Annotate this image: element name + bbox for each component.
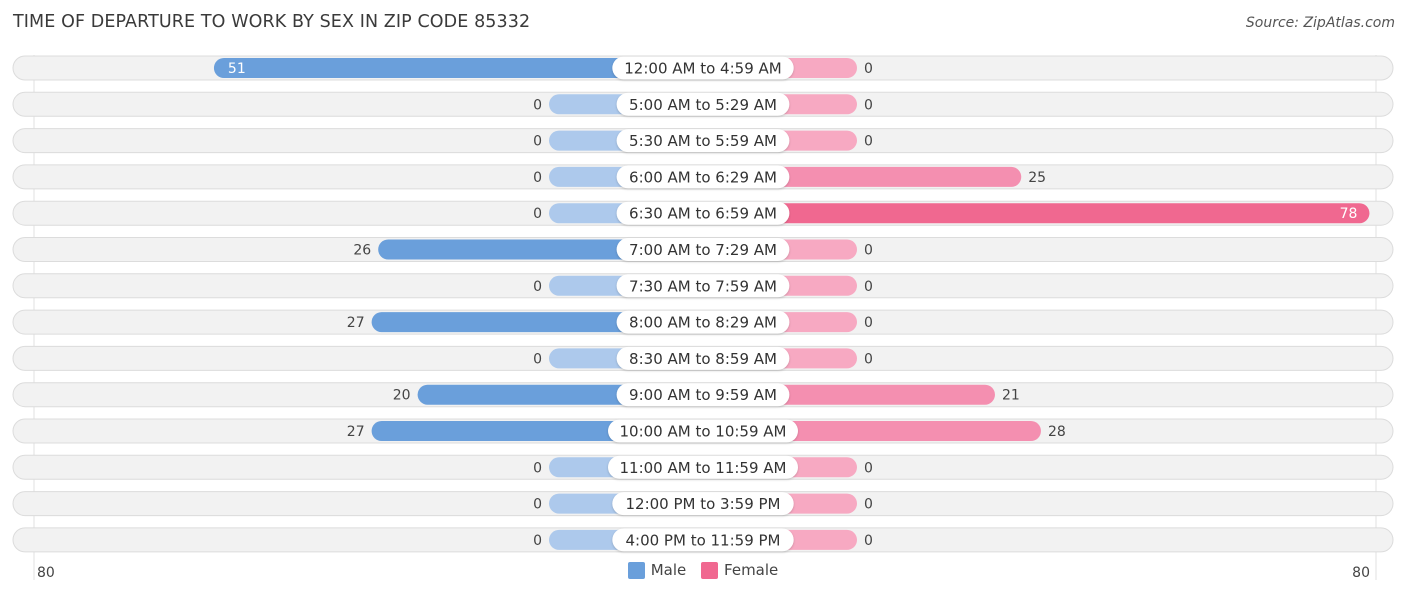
value-label-male: 0 xyxy=(533,279,542,295)
value-label-male: 0 xyxy=(533,460,542,476)
category-label: 7:00 AM to 7:29 AM xyxy=(629,241,777,259)
value-label-female: 78 xyxy=(1340,206,1358,222)
category-label: 5:30 AM to 5:59 AM xyxy=(629,132,777,150)
legend-item-male: Male xyxy=(627,561,687,579)
value-label-male: 27 xyxy=(347,424,365,440)
value-label-female: 0 xyxy=(864,533,873,549)
category-label: 7:30 AM to 7:59 AM xyxy=(629,277,777,295)
legend: Male Female xyxy=(0,561,1406,583)
value-label-female: 0 xyxy=(864,460,873,476)
value-label-male: 0 xyxy=(533,134,542,150)
legend-swatch-male xyxy=(627,561,645,579)
value-label-female: 0 xyxy=(864,315,873,331)
value-label-female: 0 xyxy=(864,97,873,113)
category-label: 8:30 AM to 8:59 AM xyxy=(629,350,777,368)
value-label-female: 0 xyxy=(864,134,873,150)
value-label-male: 27 xyxy=(347,315,365,331)
value-label-male: 20 xyxy=(393,388,411,404)
value-label-female: 25 xyxy=(1028,170,1046,186)
legend-label-male: Male xyxy=(650,561,687,579)
value-label-male: 0 xyxy=(533,533,542,549)
value-label-male: 26 xyxy=(353,243,371,259)
value-label-female: 0 xyxy=(864,243,873,259)
bar-female xyxy=(703,203,1370,224)
category-label: 11:00 AM to 11:59 AM xyxy=(620,459,787,477)
value-label-female: 0 xyxy=(864,351,873,367)
category-label: 9:00 AM to 9:59 AM xyxy=(629,386,777,404)
category-label: 4:00 PM to 11:59 PM xyxy=(625,531,780,549)
value-label-male: 0 xyxy=(533,97,542,113)
category-label: 5:00 AM to 5:29 AM xyxy=(629,96,777,114)
category-label: 12:00 AM to 4:59 AM xyxy=(624,60,781,78)
value-label-male: 0 xyxy=(533,170,542,186)
legend-item-female: Female xyxy=(701,561,778,579)
value-label-male: 51 xyxy=(228,61,246,77)
category-label: 8:00 AM to 8:29 AM xyxy=(629,314,777,332)
legend-label-female: Female xyxy=(724,561,779,579)
category-label: 12:00 PM to 3:59 PM xyxy=(625,495,780,513)
value-label-female: 21 xyxy=(1002,388,1020,404)
value-label-female: 0 xyxy=(864,279,873,295)
chart-canvas: 51 0 12:00 AM to 4:59 AM 0 0 5:00 AM to 5:29 … xyxy=(12,55,1394,581)
category-label: 6:30 AM to 6:59 AM xyxy=(629,205,777,223)
category-label: 6:00 AM to 6:29 AM xyxy=(629,168,777,186)
value-label-female: 0 xyxy=(864,497,873,513)
legend-swatch-female xyxy=(701,561,719,579)
value-label-male: 0 xyxy=(533,206,542,222)
value-label-male: 0 xyxy=(533,497,542,513)
value-label-male: 0 xyxy=(533,351,542,367)
value-label-female: 28 xyxy=(1048,424,1066,440)
category-label: 10:00 AM to 10:59 AM xyxy=(620,423,787,441)
value-label-female: 0 xyxy=(864,61,873,77)
